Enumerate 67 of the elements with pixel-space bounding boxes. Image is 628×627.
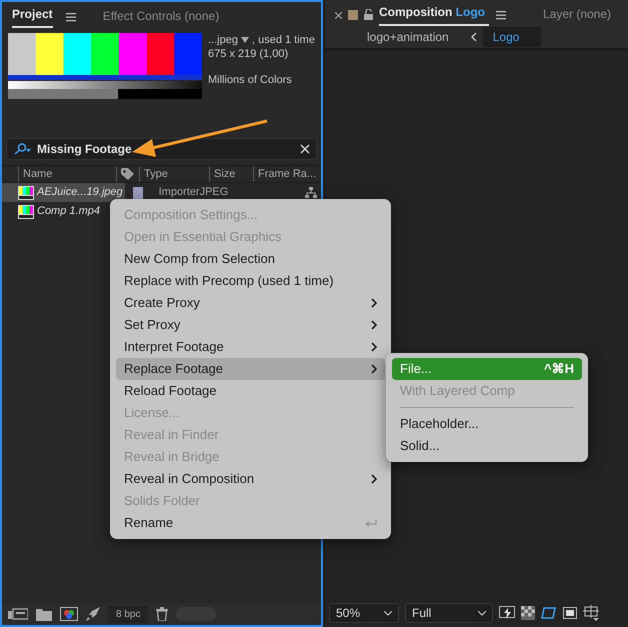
file-type: ImporterJPEG [158, 185, 228, 200]
keyboard-shortcut: ^⌘H [544, 360, 574, 378]
dropdown[interactable]: 50% [329, 603, 399, 623]
trash-icon[interactable] [156, 607, 168, 621]
caret-icon[interactable] [240, 37, 249, 43]
dimensions-text: 675 x 219 (1,00) [208, 47, 290, 61]
transparency-grid-icon[interactable] [521, 606, 535, 620]
back-icon[interactable] [470, 33, 477, 41]
close-icon[interactable] [300, 144, 310, 154]
menu-item[interactable]: Replace Footage [116, 358, 385, 380]
close-icon[interactable] [335, 12, 342, 19]
folder-icon[interactable] [36, 608, 52, 620]
breadcrumb[interactable]: logo+animation [357, 27, 459, 47]
guides-icon[interactable] [583, 605, 599, 621]
menu-item[interactable]: Rename [116, 512, 385, 534]
footage-icon [18, 204, 34, 218]
fast-preview-icon[interactable] [499, 606, 515, 620]
caret-icon [478, 610, 486, 616]
menu-item[interactable]: Reload Footage [116, 380, 385, 402]
menu-icon[interactable] [494, 9, 507, 21]
label-color-swatch [348, 10, 358, 20]
menu-item[interactable]: Placeholder... [392, 413, 582, 435]
chevron-right-icon [371, 320, 377, 330]
file-row[interactable]: Comp 1.mp4 [2, 202, 114, 221]
chevron-right-icon [371, 474, 377, 484]
menu-item[interactable]: File... ^⌘H [392, 358, 582, 380]
flowchart-icon[interactable] [305, 186, 317, 198]
tag-icon[interactable] [121, 168, 135, 180]
column-header[interactable]: Size [209, 166, 249, 182]
menu-item[interactable]: Reveal in Composition [116, 468, 385, 490]
menu-item[interactable]: Solid... [392, 435, 582, 457]
label-color-swatch[interactable] [132, 186, 143, 198]
interpret-footage-icon[interactable] [8, 607, 28, 621]
dropdown[interactable]: Full [405, 603, 493, 623]
mask-path-icon[interactable] [541, 606, 557, 620]
column-header[interactable]: Type [139, 166, 209, 182]
column-header[interactable]: Frame Ra... [253, 166, 316, 182]
lock-icon[interactable] [364, 9, 373, 20]
region-icon[interactable] [563, 607, 577, 619]
menu-item[interactable]: Interpret Footage [116, 336, 385, 358]
menu-item[interactable]: Create Proxy [116, 292, 385, 314]
search-field[interactable]: Missing Footage [6, 138, 317, 160]
chevron-right-icon [371, 364, 377, 374]
caret-icon [384, 610, 392, 616]
panel-tab[interactable]: Layer (none) [542, 5, 612, 26]
composition-icon[interactable] [60, 607, 78, 621]
menu-item[interactable]: New Comp from Selection [116, 248, 385, 270]
breadcrumb[interactable]: Logo [482, 27, 541, 47]
search-icon [13, 143, 31, 155]
color-depth-text: Millions of Colors [208, 73, 293, 87]
chevron-right-icon [371, 342, 377, 352]
bit-depth-button[interactable]: 8 bpc [108, 606, 148, 622]
file-row[interactable]: AEJuice...19.jpeg [2, 183, 125, 202]
panel-tab[interactable]: Project [12, 5, 53, 28]
footage-icon [18, 186, 34, 200]
menu-item[interactable]: Set Proxy [116, 314, 385, 336]
menu-icon[interactable] [64, 11, 77, 23]
file-name: ...jpeg [208, 33, 238, 47]
column-header[interactable]: Name [18, 166, 116, 182]
file-name: AEJuice...19.jpeg [37, 185, 123, 200]
search-input[interactable]: Missing Footage [37, 140, 294, 158]
panel-tab[interactable]: Effect Controls (none) [102, 7, 220, 28]
file-name: Comp 1.mp4 [37, 204, 100, 220]
return-key-icon [365, 518, 377, 528]
usage-text: , used 1 time [252, 33, 315, 47]
chevron-right-icon [371, 298, 377, 308]
menu-item[interactable]: Replace with Precomp (used 1 time) [116, 270, 385, 292]
